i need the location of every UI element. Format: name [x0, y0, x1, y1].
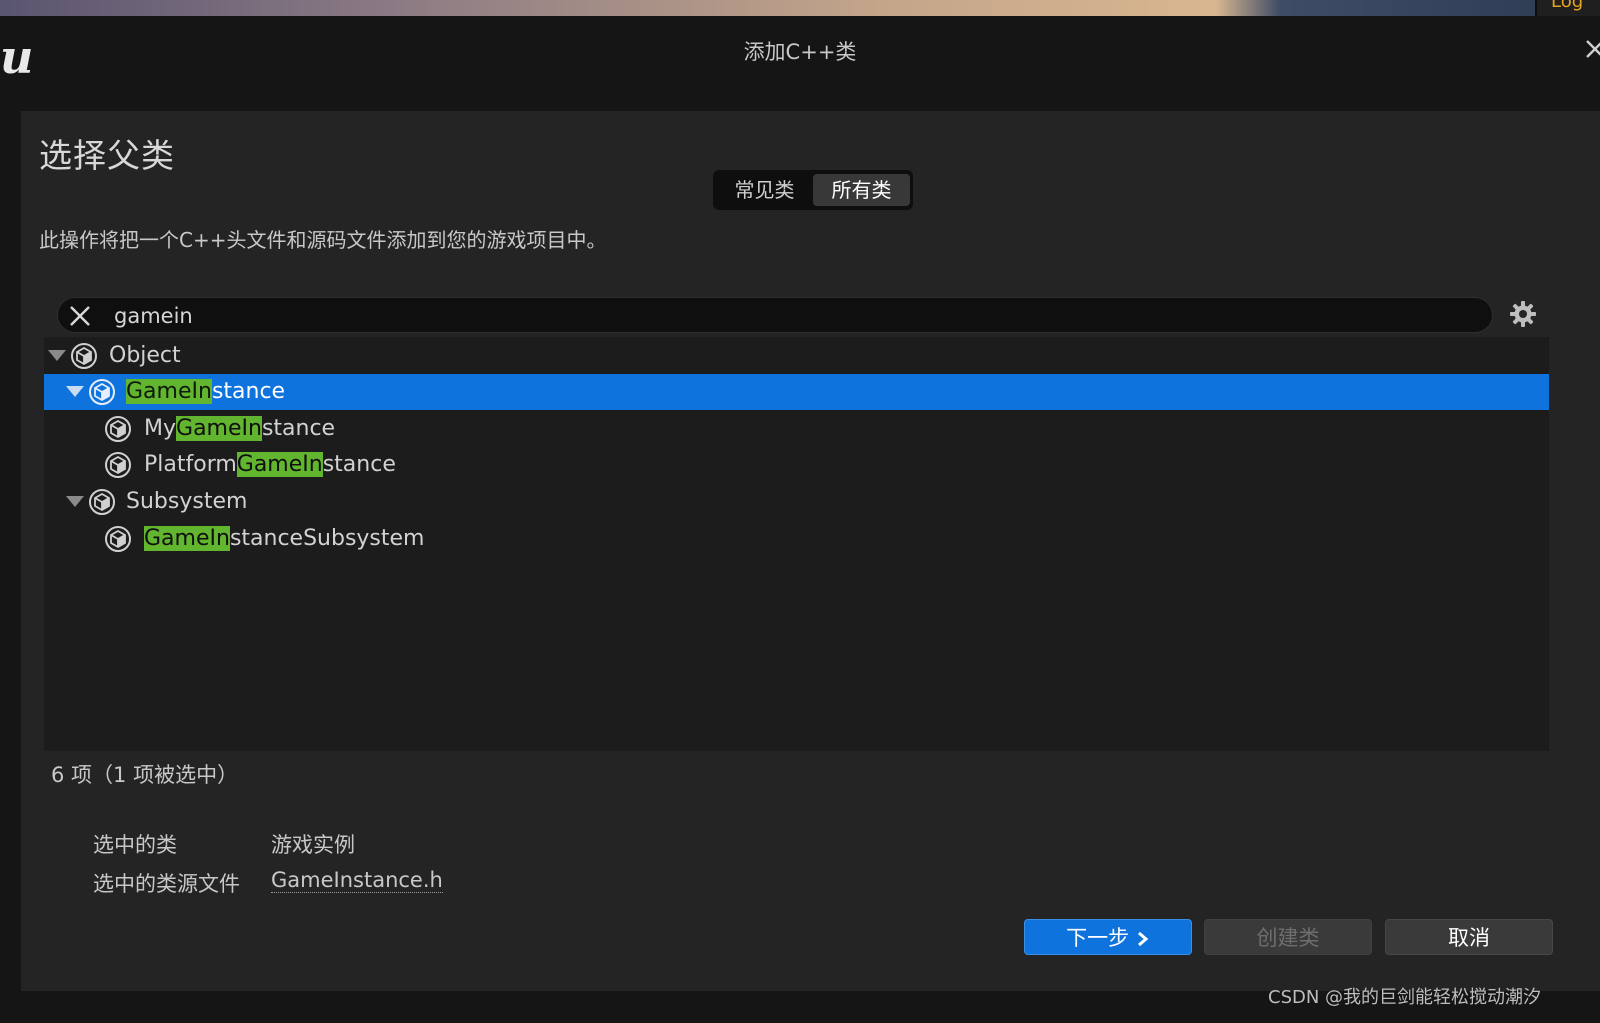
log-tab-label: Log	[1551, 0, 1584, 12]
tree-row-label: GameInstance	[126, 379, 286, 404]
tree-row-subsystem[interactable]: Subsystem	[44, 484, 1549, 520]
selected-source-link[interactable]: GameInstance.h	[271, 868, 443, 893]
collapse-arrow-icon[interactable]	[66, 496, 84, 507]
watermark: CSDN @我的巨剑能轻松搅动潮汐	[1268, 987, 1542, 1008]
window-title: 添加C++类	[743, 40, 857, 64]
selected-class-label: 选中的类	[93, 833, 177, 857]
parent-class-panel: 选择父类 常见类 所有类 此操作将把一个C++头文件和源码文件添加到您的游戏项目…	[21, 111, 1600, 991]
collapse-arrow-icon[interactable]	[48, 350, 66, 361]
class-cube-icon	[89, 489, 115, 515]
title-bar: u 添加C++类	[0, 16, 1600, 110]
background-strip: Log	[0, 0, 1600, 16]
item-count-status: 6 项（1 项被选中）	[51, 763, 239, 787]
class-filter-tabs: 常见类 所有类	[713, 170, 913, 210]
next-button-label: 下一步	[1066, 926, 1130, 950]
tree-row-object[interactable]: Object	[44, 338, 1549, 374]
dialog-description: 此操作将把一个C++头文件和源码文件添加到您的游戏项目中。	[39, 228, 607, 252]
collapse-arrow-icon[interactable]	[66, 386, 84, 397]
selected-source-label: 选中的类源文件	[93, 872, 240, 896]
next-button[interactable]: 下一步	[1024, 919, 1192, 955]
class-cube-icon	[71, 343, 97, 369]
clear-search-icon[interactable]	[68, 304, 92, 328]
tree-row-platformgameinstance[interactable]: PlatformGameInstance	[44, 447, 1549, 483]
settings-gear-icon[interactable]	[1508, 299, 1538, 329]
page-title: 选择父类	[39, 136, 175, 175]
class-cube-icon	[89, 379, 115, 405]
tree-row-mygameinstance[interactable]: MyGameInstance	[44, 411, 1549, 447]
tree-row-label: GameInstanceSubsystem	[144, 526, 425, 551]
tree-row-gameinstance[interactable]: GameInstance	[44, 374, 1549, 410]
class-tree: Object GameInstance MyGameInstance Platf…	[44, 337, 1549, 751]
tab-common-classes[interactable]: 常见类	[716, 174, 813, 206]
search-input[interactable]	[112, 300, 1476, 332]
tree-row-label: Subsystem	[126, 489, 248, 514]
tab-all-classes[interactable]: 所有类	[813, 174, 910, 206]
tree-row-label: Object	[109, 343, 181, 368]
create-class-button[interactable]: 创建类	[1204, 919, 1372, 955]
tree-row-label: PlatformGameInstance	[144, 452, 396, 477]
search-box	[57, 297, 1493, 333]
class-cube-icon	[105, 452, 131, 478]
cancel-button[interactable]: 取消	[1385, 919, 1553, 955]
close-icon[interactable]	[1584, 38, 1600, 60]
selected-class-value: 游戏实例	[271, 833, 355, 857]
class-cube-icon	[105, 416, 131, 442]
tree-row-label: MyGameInstance	[144, 416, 336, 441]
tree-row-gameinstancesubsystem[interactable]: GameInstanceSubsystem	[44, 521, 1549, 557]
log-tab: Log	[1535, 0, 1600, 16]
chevron-right-icon	[1137, 931, 1149, 947]
class-cube-icon	[105, 526, 131, 552]
